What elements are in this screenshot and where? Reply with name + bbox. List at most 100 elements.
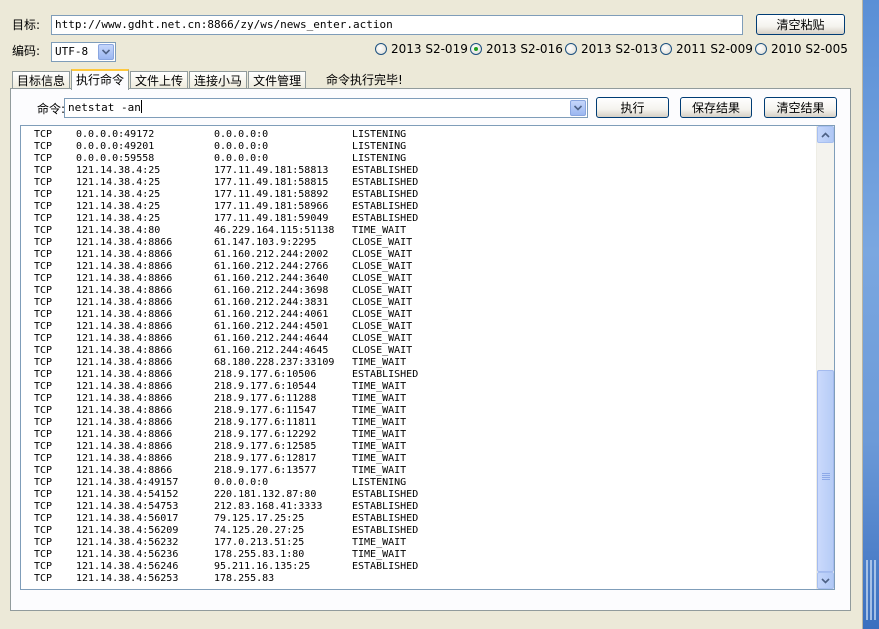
foreign-address-cell: 61.160.212.244:3831 <box>214 297 329 308</box>
output-line: TCP 121.14.38.4:80 46.229.164.115:51138 TIM… <box>21 225 816 237</box>
output-line: TCP 121.14.38.4:54152 220.181.132.87:80 EST… <box>21 489 816 501</box>
protocol-cell: TCP <box>34 393 53 404</box>
local-address-cell: 121.14.38.4:8866 <box>76 261 173 272</box>
protocol-cell: TCP <box>34 297 53 308</box>
output-line: TCP 121.14.38.4:49157 0.0.0.0:0 LISTENING <box>21 477 816 489</box>
protocol-cell: TCP <box>34 537 53 548</box>
vertical-scrollbar[interactable] <box>816 126 834 589</box>
foreign-address-cell: 177.11.49.181:58892 <box>214 189 329 200</box>
state-cell: CLOSE_WAIT <box>352 321 413 332</box>
local-address-cell: 121.14.38.4:56236 <box>76 549 179 560</box>
protocol-cell: TCP <box>34 189 53 200</box>
output-line: TCP 0.0.0.0:59558 0.0.0.0:0 LISTENING <box>21 153 816 165</box>
foreign-address-cell: 218.9.177.6:13577 <box>214 465 317 476</box>
version-radio-0[interactable]: 2013 S2-019 <box>375 42 468 56</box>
state-cell: TIME_WAIT <box>352 429 407 440</box>
output-line: TCP 121.14.38.4:8866 61.160.212.244:4644 CL… <box>21 333 816 345</box>
state-cell: ESTABLISHED <box>352 489 419 500</box>
radio-button[interactable] <box>755 43 767 55</box>
output-line: TCP 121.14.38.4:25 177.11.49.181:59049 ESTA… <box>21 213 816 225</box>
foreign-address-cell: 178.255.83.1:80 <box>214 549 305 560</box>
version-radio-3[interactable]: 2011 S2-009 <box>660 42 753 56</box>
protocol-cell: TCP <box>34 345 53 356</box>
protocol-cell: TCP <box>34 573 53 584</box>
tab-1[interactable]: 执行命令 <box>71 69 130 90</box>
output-line: TCP 121.14.38.4:54753 212.83.168.41:3333 ES… <box>21 501 816 513</box>
version-radio-1[interactable]: 2013 S2-016 <box>470 42 563 56</box>
protocol-cell: TCP <box>34 465 53 476</box>
state-cell: LISTENING <box>352 141 407 152</box>
protocol-cell: TCP <box>34 237 53 248</box>
output-lines: TCP 0.0.0.0:49172 0.0.0.0:0 LISTENING TCP 0.0… <box>21 129 816 585</box>
foreign-address-cell: 220.181.132.87:80 <box>214 489 317 500</box>
foreign-address-cell: 61.147.103.9:2295 <box>214 237 317 248</box>
foreign-address-cell: 0.0.0.0:0 <box>214 477 269 488</box>
output-line: TCP 121.14.38.4:8866 61.160.212.244:2766 CL… <box>21 261 816 273</box>
radio-button[interactable] <box>470 43 482 55</box>
clear-result-button[interactable]: 清空结果 <box>764 97 837 118</box>
scroll-up-button[interactable] <box>817 126 834 143</box>
local-address-cell: 121.14.38.4:56246 <box>76 561 179 572</box>
output-line: TCP 121.14.38.4:8866 61.160.212.244:3640 CL… <box>21 273 816 285</box>
command-input[interactable]: netstat -an <box>64 98 588 118</box>
protocol-cell: TCP <box>34 489 53 500</box>
local-address-cell: 121.14.38.4:8866 <box>76 345 173 356</box>
local-address-cell: 121.14.38.4:8866 <box>76 333 173 344</box>
protocol-cell: TCP <box>34 405 53 416</box>
local-address-cell: 121.14.38.4:56017 <box>76 513 179 524</box>
local-address-cell: 121.14.38.4:25 <box>76 213 161 224</box>
local-address-cell: 121.14.38.4:25 <box>76 201 161 212</box>
radio-button[interactable] <box>375 43 387 55</box>
encoding-select[interactable]: UTF-8 <box>51 42 116 62</box>
output-line: TCP 121.14.38.4:8866 218.9.177.6:13577 TIME… <box>21 465 816 477</box>
state-cell: TIME_WAIT <box>352 537 407 548</box>
state-cell: ESTABLISHED <box>352 369 419 380</box>
state-cell: ESTABLISHED <box>352 177 419 188</box>
execute-button[interactable]: 执行 <box>596 97 669 118</box>
foreign-address-cell: 95.211.16.135:25 <box>214 561 311 572</box>
foreign-address-cell: 0.0.0.0:0 <box>214 153 269 164</box>
target-url-input[interactable]: http://www.gdht.net.cn:8866/zy/ws/news_e… <box>51 15 743 35</box>
foreign-address-cell: 218.9.177.6:12817 <box>214 453 317 464</box>
local-address-cell: 121.14.38.4:8866 <box>76 357 173 368</box>
protocol-cell: TCP <box>34 273 53 284</box>
clear-paste-button[interactable]: 清空粘贴 <box>756 14 845 35</box>
encoding-label: 编码: <box>12 44 41 58</box>
output-textarea[interactable]: TCP 0.0.0.0:49172 0.0.0.0:0 LISTENING TCP 0.0… <box>20 125 835 590</box>
output-line: TCP 0.0.0.0:49201 0.0.0.0:0 LISTENING <box>21 141 816 153</box>
foreign-address-cell: 0.0.0.0:0 <box>214 129 269 140</box>
protocol-cell: TCP <box>34 525 53 536</box>
output-line: TCP 121.14.38.4:8866 218.9.177.6:11288 TIME… <box>21 393 816 405</box>
foreign-address-cell: 218.9.177.6:11547 <box>214 405 317 416</box>
protocol-cell: TCP <box>34 477 53 488</box>
state-cell: ESTABLISHED <box>352 525 419 536</box>
version-radio-4[interactable]: 2010 S2-005 <box>755 42 848 56</box>
output-line: TCP 0.0.0.0:49172 0.0.0.0:0 LISTENING <box>21 129 816 141</box>
output-line: TCP 121.14.38.4:25 177.11.49.181:58815 ESTA… <box>21 177 816 189</box>
foreign-address-cell: 61.160.212.244:2002 <box>214 249 329 260</box>
target-label: 目标: <box>12 18 41 32</box>
foreign-address-cell: 178.255.83 <box>214 573 275 584</box>
protocol-cell: TCP <box>34 513 53 524</box>
output-line: TCP 121.14.38.4:25 177.11.49.181:58813 ESTA… <box>21 165 816 177</box>
scroll-down-button[interactable] <box>817 572 834 589</box>
protocol-cell: TCP <box>34 213 53 224</box>
version-radio-2[interactable]: 2013 S2-013 <box>565 42 658 56</box>
radio-button[interactable] <box>565 43 577 55</box>
protocol-cell: TCP <box>34 201 53 212</box>
state-cell: LISTENING <box>352 153 407 164</box>
output-line: TCP 121.14.38.4:8866 218.9.177.6:10506 ESTA… <box>21 369 816 381</box>
radio-button[interactable] <box>660 43 672 55</box>
state-cell: CLOSE_WAIT <box>352 309 413 320</box>
scroll-thumb[interactable] <box>817 370 834 572</box>
chevron-down-icon[interactable] <box>98 44 114 60</box>
foreign-address-cell: 61.160.212.244:4644 <box>214 333 329 344</box>
protocol-cell: TCP <box>34 309 53 320</box>
save-result-button[interactable]: 保存结果 <box>680 97 752 118</box>
foreign-address-cell: 177.11.49.181:58966 <box>214 201 329 212</box>
chevron-up-icon <box>821 131 830 138</box>
version-radio-label: 2013 S2-019 <box>391 42 468 56</box>
chevron-down-icon[interactable] <box>570 100 586 116</box>
local-address-cell: 121.14.38.4:8866 <box>76 465 173 476</box>
output-line: TCP 121.14.38.4:25 177.11.49.181:58892 ESTA… <box>21 189 816 201</box>
